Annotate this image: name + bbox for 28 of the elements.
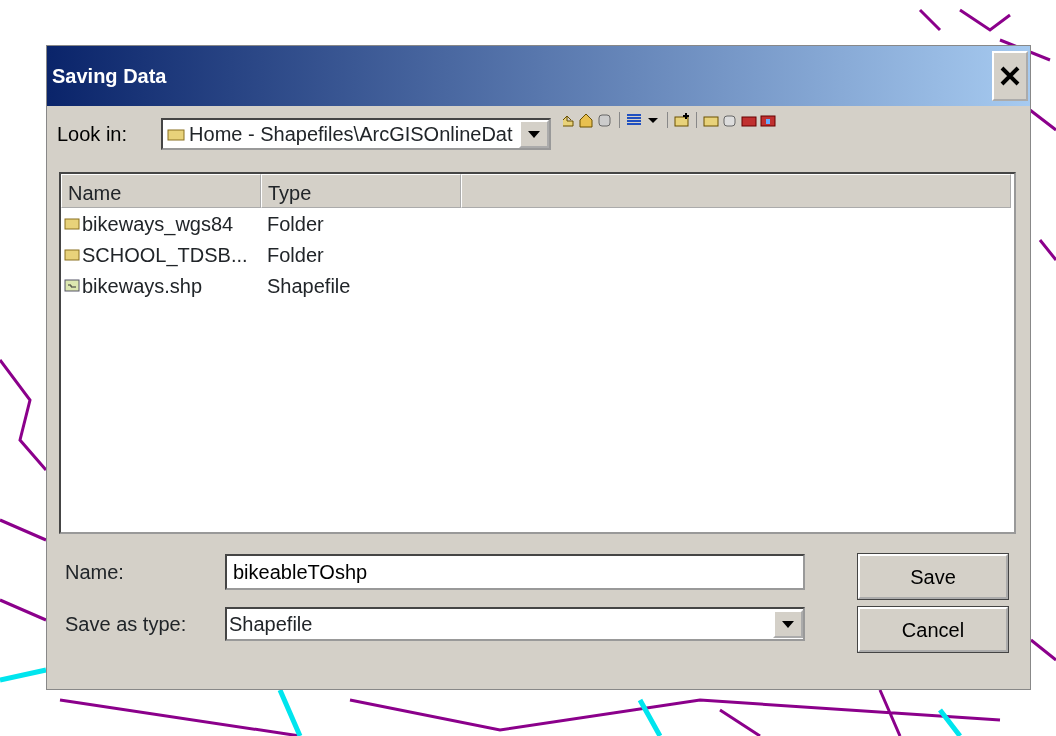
home-icon[interactable] — [578, 112, 595, 128]
shapefile-icon — [64, 279, 80, 292]
name-label: Name: — [65, 560, 125, 585]
look-in-dropdown[interactable]: Home - Shapefiles\ArcGISOnlineDat — [161, 118, 552, 150]
save-button[interactable]: Save — [858, 554, 1008, 599]
file-type: Shapefile — [266, 273, 351, 299]
folder-icon — [64, 217, 80, 230]
file-name[interactable]: SCHOOL_TDSB... — [82, 239, 248, 270]
file-name[interactable]: bikeways_wgs84 — [82, 208, 234, 239]
caret-icon — [782, 620, 794, 628]
file-type: Folder — [266, 211, 324, 237]
save-as-type-dropdown[interactable]: Shapefile — [225, 607, 805, 641]
save-as-type-label: Save as type: — [65, 612, 188, 637]
new-folder-icon[interactable] — [674, 112, 691, 128]
folder-icon — [64, 248, 80, 261]
close-icon — [999, 65, 1021, 87]
name-input-field[interactable]: bikeableTOshp — [225, 554, 805, 590]
folder-icon — [167, 127, 186, 141]
cancel-button[interactable]: Cancel — [858, 607, 1008, 652]
look-in-label: Look in: — [57, 122, 128, 147]
list-view-icon[interactable] — [626, 112, 643, 128]
close-button[interactable] — [992, 51, 1028, 101]
column-header[interactable]: Name — [61, 174, 261, 208]
file-type: Folder — [266, 242, 324, 268]
column-header[interactable]: Type — [261, 174, 461, 208]
caret-icon — [528, 130, 541, 138]
window-title: Saving Data — [52, 64, 167, 89]
file-name[interactable]: bikeways.shp — [82, 270, 203, 301]
